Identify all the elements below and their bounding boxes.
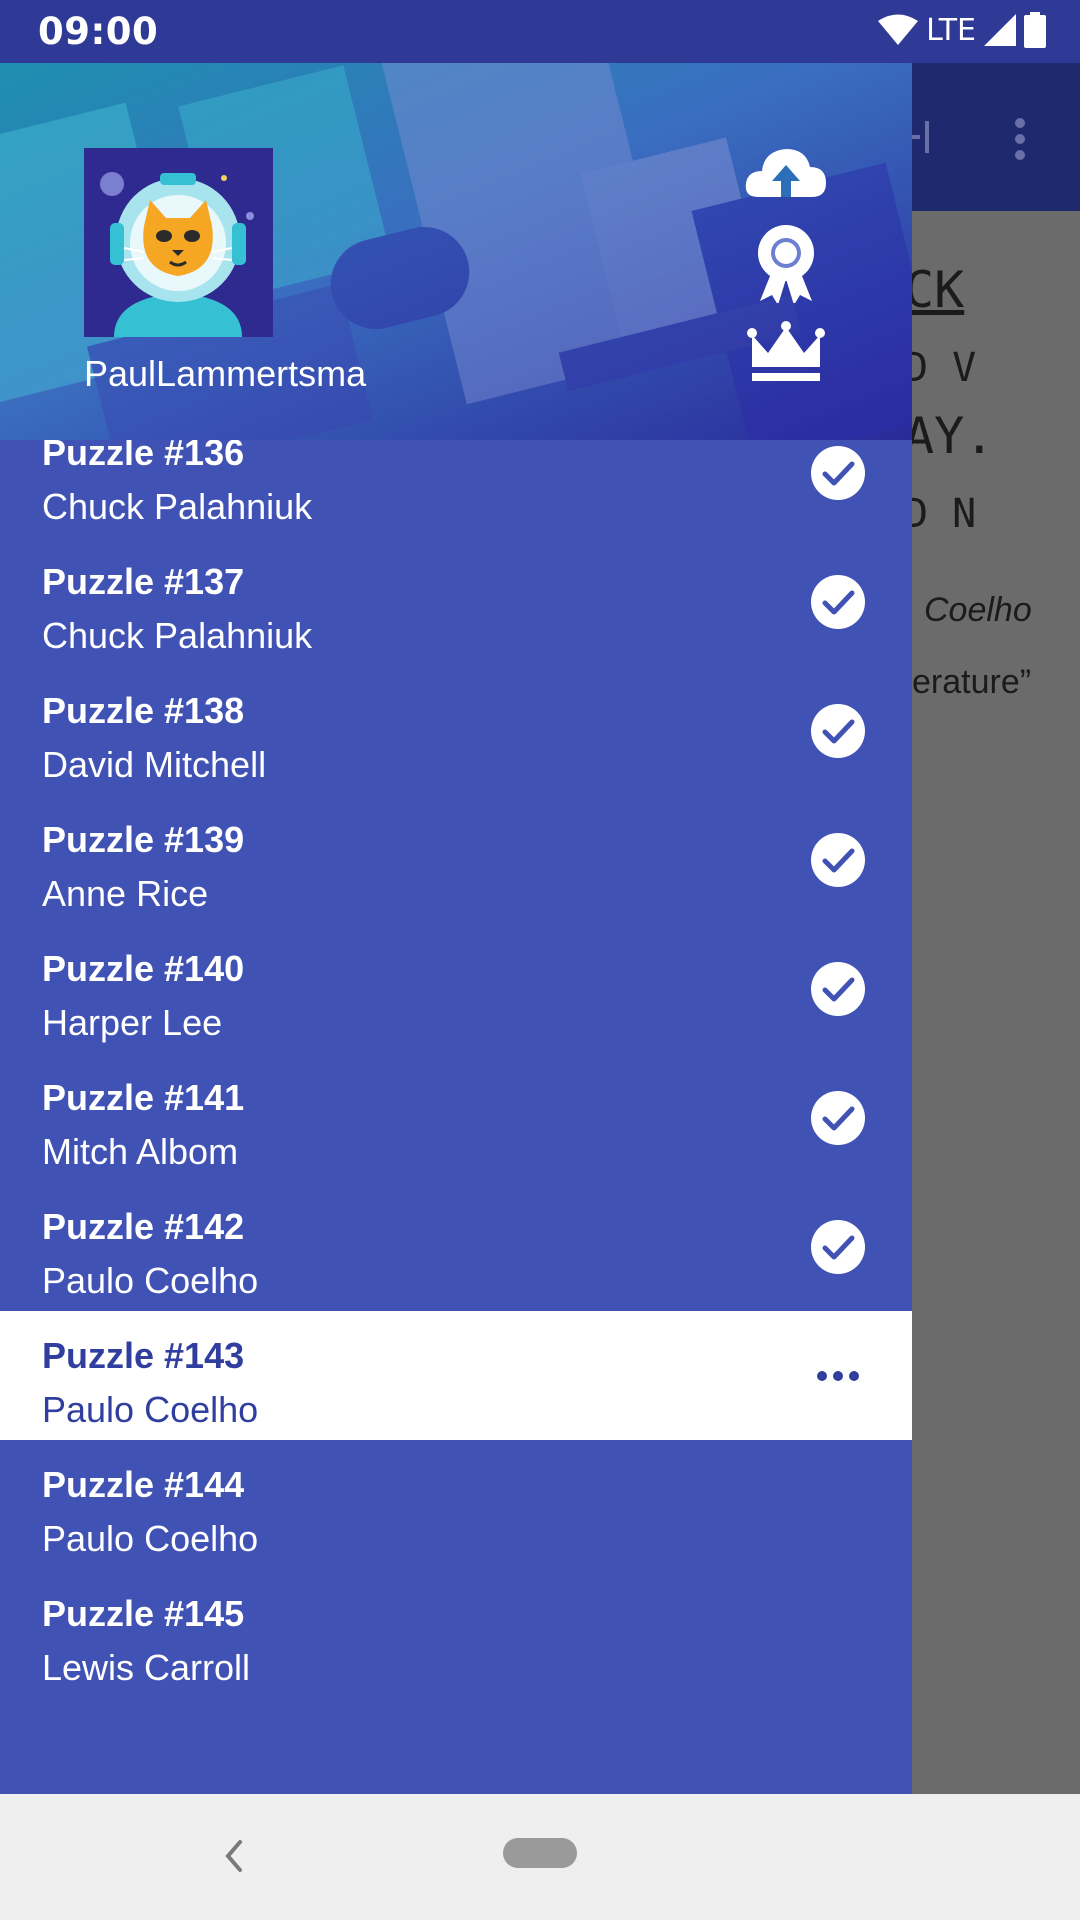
toolbar-action-icon[interactable] xyxy=(912,117,932,157)
puzzle-author: Paulo Coelho xyxy=(42,1389,259,1430)
puzzle-list[interactable]: Puzzle #135Stephen KingPuzzle #136Chuck … xyxy=(0,440,912,1794)
completed-check-icon xyxy=(811,704,865,758)
puzzle-list-item[interactable]: Puzzle #143 Paulo Coelho xyxy=(0,1311,912,1440)
puzzle-author: Paulo Coelho xyxy=(42,1260,259,1301)
puzzle-author: Mitch Albom xyxy=(42,1131,239,1172)
puzzle-list-item[interactable]: Puzzle #145 Lewis Carroll xyxy=(0,1569,912,1698)
in-progress-dots-icon xyxy=(817,1371,859,1381)
puzzle-list-item[interactable]: Puzzle #144 Paulo Coelho xyxy=(0,1440,912,1569)
puzzle-list-item[interactable]: Puzzle #139 Anne Rice xyxy=(0,795,912,924)
status-icons: LTE xyxy=(878,12,1046,48)
overflow-menu-icon[interactable] xyxy=(1014,117,1026,161)
puzzle-title: Puzzle #139 xyxy=(42,819,245,860)
status-time: 09:00 xyxy=(38,10,159,53)
completed-check-icon xyxy=(811,962,865,1016)
back-icon[interactable] xyxy=(218,1834,248,1878)
astronaut-cat-avatar xyxy=(84,148,273,337)
puzzle-author: Paulo Coelho xyxy=(42,1518,259,1559)
puzzle-title: Puzzle #136 xyxy=(42,440,245,473)
puzzle-title: Puzzle #141 xyxy=(42,1077,245,1118)
cloud-upload-button[interactable] xyxy=(744,133,828,213)
puzzle-line: D N xyxy=(912,491,977,537)
puzzle-list-content: Puzzle #135Stephen KingPuzzle #136Chuck … xyxy=(0,440,912,1698)
puzzle-title: Puzzle #142 xyxy=(42,1206,245,1247)
system-navigation-bar xyxy=(0,1794,1080,1920)
puzzle-title: Puzzle #143 xyxy=(42,1335,245,1376)
quote-author: Coelho xyxy=(924,591,1032,629)
cloud-upload-icon xyxy=(745,149,826,197)
username: PaulLammertsma xyxy=(84,353,367,394)
completed-check-icon xyxy=(811,1091,865,1145)
quote-text: erature” xyxy=(912,663,1032,701)
leaderboard-button[interactable] xyxy=(744,321,828,401)
user-avatar[interactable] xyxy=(84,148,273,337)
cell-signal-icon xyxy=(984,14,1016,46)
puzzle-content: CK D V AY. D N Coelho erature” xyxy=(912,211,1080,1794)
puzzle-author: Chuck Palahniuk xyxy=(42,615,313,656)
puzzle-list-item[interactable]: Puzzle #136 Chuck Palahniuk xyxy=(0,440,912,537)
puzzle-list-item[interactable]: Puzzle #142 Paulo Coelho xyxy=(0,1182,912,1311)
home-button[interactable] xyxy=(503,1838,577,1868)
crown-icon xyxy=(747,321,825,381)
battery-icon xyxy=(1024,12,1046,48)
puzzle-list-item[interactable]: Puzzle #140 Harper Lee xyxy=(0,924,912,1053)
puzzle-title: Puzzle #137 xyxy=(42,561,245,602)
puzzle-title: Puzzle #144 xyxy=(42,1464,245,1505)
puzzle-line: CK xyxy=(912,261,965,319)
puzzle-author: Lewis Carroll xyxy=(42,1647,251,1688)
puzzle-title: Puzzle #140 xyxy=(42,948,245,989)
completed-check-icon xyxy=(811,446,865,500)
puzzle-list-item[interactable]: Puzzle #141 Mitch Albom xyxy=(0,1053,912,1182)
wifi-icon xyxy=(878,14,919,45)
completed-check-icon xyxy=(811,575,865,629)
puzzle-author: Chuck Palahniuk xyxy=(42,486,313,527)
achievements-button[interactable] xyxy=(744,223,828,305)
puzzle-author: David Mitchell xyxy=(42,744,267,785)
puzzle-list-item[interactable]: Puzzle #138 David Mitchell xyxy=(0,666,912,795)
drawer-header: PaulLammertsma xyxy=(0,63,912,440)
completed-check-icon xyxy=(811,833,865,887)
puzzle-line: D V xyxy=(912,345,977,391)
puzzle-list-item[interactable]: Puzzle #137 Chuck Palahniuk xyxy=(0,537,912,666)
puzzle-title: Puzzle #138 xyxy=(42,690,245,731)
puzzle-line: AY. xyxy=(912,407,995,465)
puzzle-title: Puzzle #145 xyxy=(42,1593,245,1634)
navigation-drawer: PaulLammertsma Puzzle #136 Chuck Palahni… xyxy=(0,63,912,1794)
status-bar: 09:00 LTE xyxy=(0,0,1080,63)
achievement-ribbon-icon xyxy=(758,225,814,305)
puzzle-author: Harper Lee xyxy=(42,1002,223,1043)
app-toolbar xyxy=(912,63,1080,211)
completed-check-icon xyxy=(811,1220,865,1274)
network-type: LTE xyxy=(926,12,976,48)
puzzle-author: Anne Rice xyxy=(42,873,209,914)
